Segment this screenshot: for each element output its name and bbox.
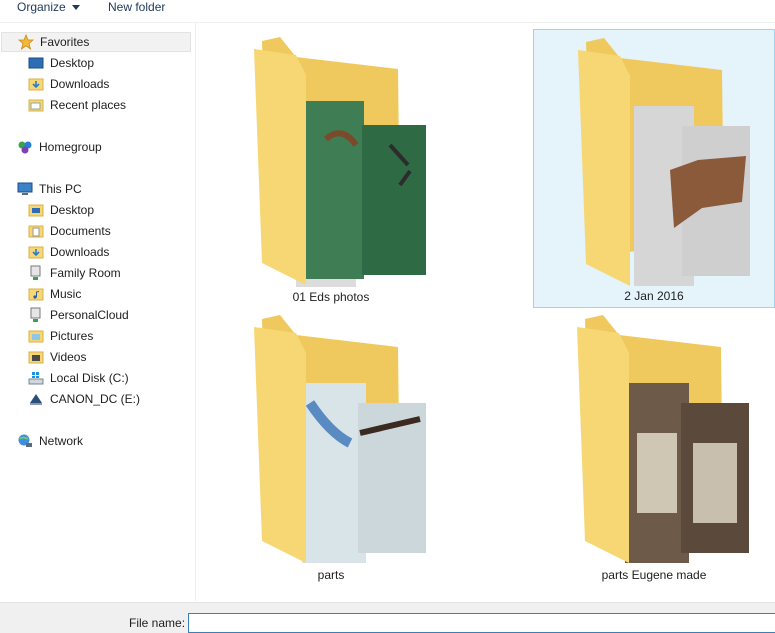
- folder-name: 01 Eds photos: [292, 290, 370, 304]
- nav-network-label: Network: [39, 434, 84, 448]
- network-drive-icon: [30, 307, 41, 322]
- folder-icon: [254, 37, 426, 287]
- organize-label: Organize: [17, 0, 66, 14]
- nav-item-label: Recent places: [50, 98, 127, 112]
- music-folder-icon: [28, 288, 44, 301]
- folder-tile[interactable]: parts: [210, 307, 452, 586]
- nav-item-label: Music: [50, 287, 82, 301]
- nav-item-label: Desktop: [50, 203, 95, 217]
- folder-tile[interactable]: parts Eugene made: [533, 307, 775, 586]
- recent-places-icon: [28, 99, 44, 112]
- homegroup-icon: [18, 141, 32, 154]
- videos-folder-icon: [28, 351, 44, 364]
- nav-item-desktop-fav[interactable]: Desktop: [28, 53, 94, 73]
- nav-item-personalcloud[interactable]: PersonalCloud: [28, 305, 129, 325]
- nav-item-documents[interactable]: Documents: [28, 221, 111, 241]
- nav-homegroup[interactable]: Homegroup: [17, 137, 102, 157]
- nav-item-label: PersonalCloud: [50, 308, 129, 322]
- nav-item-local-disk[interactable]: Local Disk (C:): [28, 368, 129, 388]
- desktop-folder-icon: [28, 204, 44, 217]
- chevron-down-icon: [71, 4, 80, 10]
- command-bar: Organize New folder: [0, 0, 775, 23]
- network-icon: [18, 434, 32, 447]
- nav-item-label: Videos: [50, 350, 87, 364]
- folder-name: parts Eugene made: [601, 568, 707, 582]
- nav-item-downloads[interactable]: Downloads: [28, 242, 109, 262]
- nav-item-label: Family Room: [50, 266, 121, 280]
- folder-name: 2 Jan 2016: [624, 289, 684, 303]
- nav-item-label: CANON_DC (E:): [50, 392, 141, 406]
- nav-item-canon-dc[interactable]: CANON_DC (E:): [28, 389, 140, 409]
- nav-item-label: Downloads: [50, 245, 110, 259]
- nav-item-label: Documents: [50, 224, 111, 238]
- local-disk-icon: [28, 372, 44, 385]
- folder-tile[interactable]: 2 Jan 2016: [533, 29, 775, 308]
- nav-item-family-room[interactable]: Family Room: [28, 263, 121, 283]
- nav-item-downloads-fav[interactable]: Downloads: [28, 74, 109, 94]
- folder-icon: [254, 315, 426, 563]
- downloads-folder-icon: [28, 78, 44, 91]
- nav-this-pc-label: This PC: [39, 182, 82, 196]
- nav-item-label: Local Disk (C:): [50, 371, 129, 385]
- nav-network[interactable]: Network: [17, 431, 83, 451]
- new-folder-button[interactable]: New folder: [108, 0, 165, 14]
- desktop-icon: [28, 57, 44, 69]
- file-name-label: File name:: [129, 616, 186, 630]
- computer-icon: [17, 182, 33, 195]
- new-folder-label: New folder: [108, 0, 166, 14]
- nav-this-pc[interactable]: This PC: [17, 179, 82, 199]
- organize-button[interactable]: Organize: [17, 0, 80, 14]
- file-name-bar: File name:: [0, 602, 775, 633]
- nav-item-recent-places[interactable]: Recent places: [28, 95, 126, 115]
- nav-favorites-label: Favorites: [40, 35, 90, 49]
- folder-icon: [578, 38, 750, 286]
- nav-favorites[interactable]: Favorites: [1, 32, 191, 52]
- nav-item-desktop[interactable]: Desktop: [28, 200, 94, 220]
- folder-icon: [577, 315, 749, 563]
- nav-item-pictures[interactable]: Pictures: [28, 326, 93, 346]
- star-icon: [18, 34, 34, 50]
- nav-item-videos[interactable]: Videos: [28, 347, 86, 367]
- downloads-folder-icon: [28, 246, 44, 259]
- folder-name: parts: [317, 568, 345, 582]
- nav-item-music[interactable]: Music: [28, 284, 81, 304]
- navigation-pane: Favorites Desktop Downloads Recent place…: [0, 23, 196, 601]
- pictures-folder-icon: [28, 330, 44, 343]
- nav-item-label: Downloads: [50, 77, 110, 91]
- documents-folder-icon: [28, 225, 44, 238]
- nav-item-label: Desktop: [50, 56, 95, 70]
- folder-tile[interactable]: 01 Eds photos: [210, 29, 452, 308]
- network-drive-icon: [30, 265, 41, 280]
- nav-item-label: Pictures: [50, 329, 94, 343]
- file-name-input[interactable]: [188, 613, 775, 633]
- nav-homegroup-label: Homegroup: [39, 140, 102, 154]
- removable-drive-icon: [30, 394, 42, 405]
- file-list-view: 01 Eds photos 2 Jan 2016 parts parts Eug…: [196, 23, 775, 601]
